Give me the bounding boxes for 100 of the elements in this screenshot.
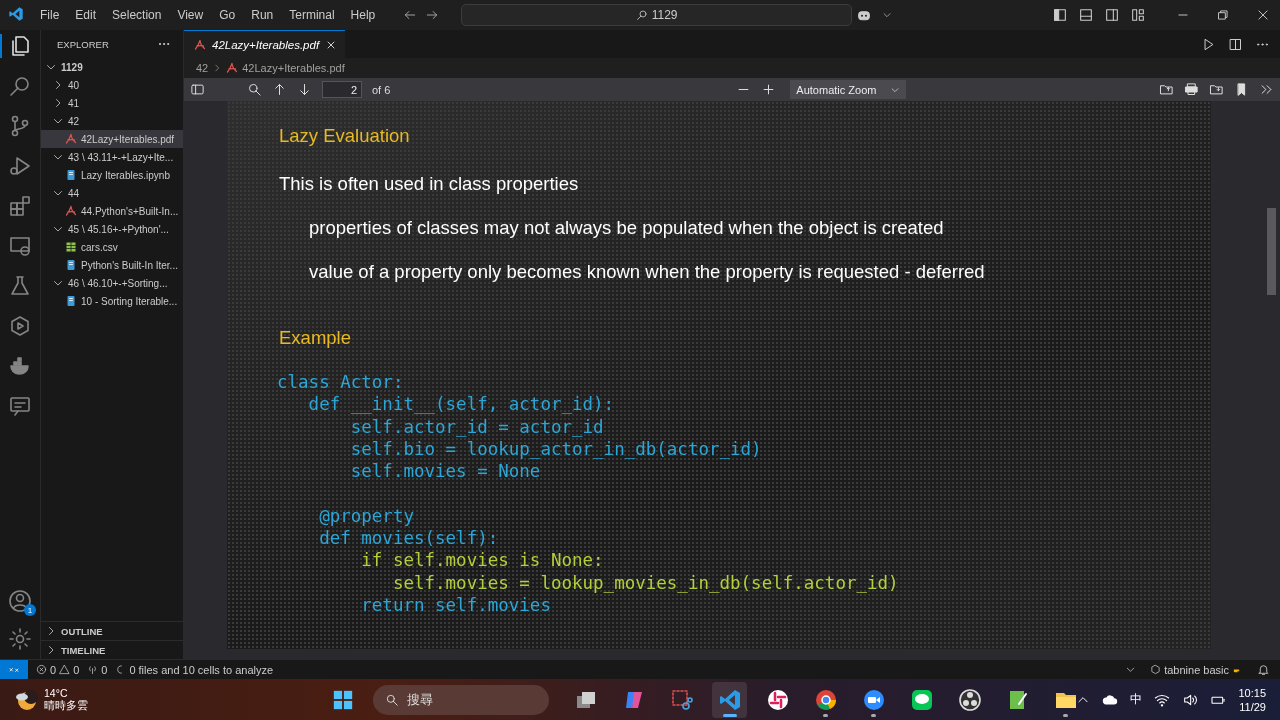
chat-bubble-app-icon[interactable] bbox=[909, 687, 934, 712]
file-row[interactable]: 10 - Sorting Iterable... bbox=[41, 292, 183, 310]
breadcrumb-item[interactable]: 42Lazy+Iterables.pdf bbox=[242, 62, 345, 74]
code-line: if self.movies is None: bbox=[360, 550, 604, 571]
caret-icon[interactable] bbox=[882, 10, 892, 20]
sidebar-toggle-icon[interactable] bbox=[190, 82, 205, 97]
menu-item[interactable]: File bbox=[34, 5, 66, 25]
toggle-secondary-sidebar-icon[interactable] bbox=[1104, 7, 1120, 23]
slack-icon[interactable] bbox=[765, 687, 790, 712]
split-editor-icon[interactable] bbox=[1228, 36, 1243, 52]
slide-heading: Example bbox=[279, 327, 352, 349]
editor-tab[interactable]: 42Lazy+Iterables.pdf bbox=[184, 30, 346, 58]
explorer-title: EXPLORER bbox=[57, 38, 109, 50]
code-line: self.movies = None bbox=[349, 461, 541, 482]
menu-item[interactable]: Terminal bbox=[283, 5, 341, 25]
chrome-icon[interactable] bbox=[813, 687, 838, 712]
problems-status[interactable]: 0 0 bbox=[36, 663, 80, 676]
obs-icon[interactable] bbox=[957, 687, 982, 712]
chat-icon[interactable] bbox=[8, 394, 32, 418]
folder-row[interactable]: 42 bbox=[41, 112, 183, 130]
tabnine-status[interactable]: tabnine basic bbox=[1150, 663, 1243, 676]
scrollbar-thumb[interactable] bbox=[1267, 208, 1276, 295]
notebook-icon bbox=[65, 259, 77, 271]
file-row[interactable]: 44.Python's+Built-In... bbox=[41, 202, 183, 220]
flask-icon[interactable] bbox=[8, 274, 32, 298]
breadcrumb-item[interactable]: 42 bbox=[196, 62, 209, 74]
code-line: def movies(self): bbox=[318, 528, 499, 549]
menu-item[interactable]: Help bbox=[344, 5, 382, 25]
error-icon bbox=[36, 664, 47, 675]
weather-description: 晴時多雲 bbox=[44, 698, 88, 713]
bell-icon[interactable] bbox=[1257, 663, 1270, 676]
menu-item[interactable]: Run bbox=[245, 5, 280, 25]
up-arrow-icon[interactable] bbox=[272, 82, 287, 97]
forward-arrow-icon[interactable] bbox=[425, 8, 440, 22]
taskbar-search-field[interactable]: 搜尋 bbox=[373, 684, 549, 715]
code-line: class Actor: bbox=[277, 372, 404, 392]
start-icon[interactable] bbox=[332, 688, 354, 711]
folder-row[interactable]: 44 bbox=[41, 184, 183, 202]
menu-item[interactable]: Edit bbox=[69, 5, 103, 25]
account-button[interactable]: 1 bbox=[8, 589, 32, 613]
video-app-icon[interactable] bbox=[861, 687, 886, 712]
close-icon[interactable] bbox=[1256, 8, 1270, 22]
page-number-field[interactable]: 2 bbox=[322, 81, 362, 98]
code-line: @property bbox=[318, 505, 414, 526]
weather-widget[interactable]: 14°C 晴時多雲 bbox=[0, 686, 88, 713]
menu-item[interactable]: Go bbox=[213, 5, 242, 25]
zoom-in-icon[interactable] bbox=[761, 82, 777, 97]
code-line: def __init__(self, actor_id): bbox=[307, 394, 615, 415]
cube-icon[interactable] bbox=[8, 314, 32, 338]
taskbar-clock[interactable]: 10:15 11/29 bbox=[1238, 685, 1266, 714]
command-center[interactable]: 1129 bbox=[461, 4, 852, 26]
toggle-panel-icon[interactable] bbox=[1078, 7, 1094, 23]
settings-icon[interactable] bbox=[8, 627, 32, 651]
zoom-select[interactable]: Automatic Zoom bbox=[790, 80, 907, 99]
open-file-icon[interactable] bbox=[1159, 82, 1174, 97]
file-row[interactable]: cars.csv bbox=[41, 238, 183, 256]
folder-row[interactable]: 43 \ 43.11+-+Lazy+Ite... bbox=[41, 148, 183, 166]
file-row[interactable]: 42Lazy+Iterables.pdf bbox=[41, 130, 183, 148]
print-icon[interactable] bbox=[1184, 82, 1199, 97]
taskbar-app[interactable] bbox=[712, 681, 747, 718]
restore-icon[interactable] bbox=[1216, 8, 1230, 22]
down-arrow-icon[interactable] bbox=[297, 82, 312, 97]
account-icon bbox=[8, 589, 32, 613]
double-chevron-icon[interactable] bbox=[1259, 82, 1274, 97]
folder-row[interactable]: 40 bbox=[41, 76, 183, 94]
panel-section-header[interactable]: OUTLINE bbox=[41, 621, 183, 640]
table-icon bbox=[65, 241, 77, 253]
folder-row[interactable]: 46 \ 46.10+-+Sorting... bbox=[41, 274, 183, 292]
whale-icon[interactable] bbox=[8, 354, 32, 378]
tabnine-icon bbox=[1150, 664, 1162, 675]
menu-item[interactable]: Selection bbox=[106, 5, 168, 25]
search-icon bbox=[385, 692, 399, 707]
vscode-icon[interactable] bbox=[717, 687, 742, 712]
pdf-icon bbox=[65, 205, 77, 217]
folder-row[interactable]: 45 \ 45.16+-+Python'... bbox=[41, 220, 183, 238]
input-method-indicator[interactable]: 中 bbox=[1130, 691, 1143, 708]
back-arrow-icon[interactable] bbox=[403, 8, 418, 22]
extensions-icon[interactable] bbox=[8, 194, 32, 218]
remote-explorer-icon[interactable] bbox=[8, 234, 32, 258]
partly-cloudy-moon-icon bbox=[14, 687, 38, 712]
menu-item[interactable]: View bbox=[171, 5, 210, 25]
chevron-down-icon[interactable] bbox=[1125, 664, 1137, 675]
slide-heading: Lazy Evaluation bbox=[279, 125, 411, 147]
toggle-sidebar-icon[interactable] bbox=[1052, 7, 1068, 23]
scissors-icon[interactable] bbox=[669, 687, 694, 712]
ports-status[interactable]: 0 bbox=[87, 663, 108, 676]
run-debug-icon[interactable] bbox=[8, 154, 32, 178]
pdf-icon bbox=[194, 38, 206, 51]
file-row[interactable]: Lazy Iterables.ipynb bbox=[41, 166, 183, 184]
search-icon[interactable] bbox=[8, 74, 32, 98]
search-icon[interactable] bbox=[247, 82, 262, 97]
save-icon[interactable] bbox=[1209, 82, 1224, 97]
analysis-status[interactable]: 0 files and 10 cells to analyze bbox=[115, 663, 274, 676]
pdf-icon bbox=[226, 62, 239, 74]
folder-row[interactable]: 1129 bbox=[41, 58, 183, 76]
file-row[interactable]: Python's Built-In Iter... bbox=[41, 256, 183, 274]
folder-row[interactable]: 41 bbox=[41, 94, 183, 112]
page-count: of 6 bbox=[372, 83, 391, 96]
layout-icon[interactable] bbox=[1130, 7, 1146, 23]
notification-badge: 1 bbox=[24, 604, 36, 616]
